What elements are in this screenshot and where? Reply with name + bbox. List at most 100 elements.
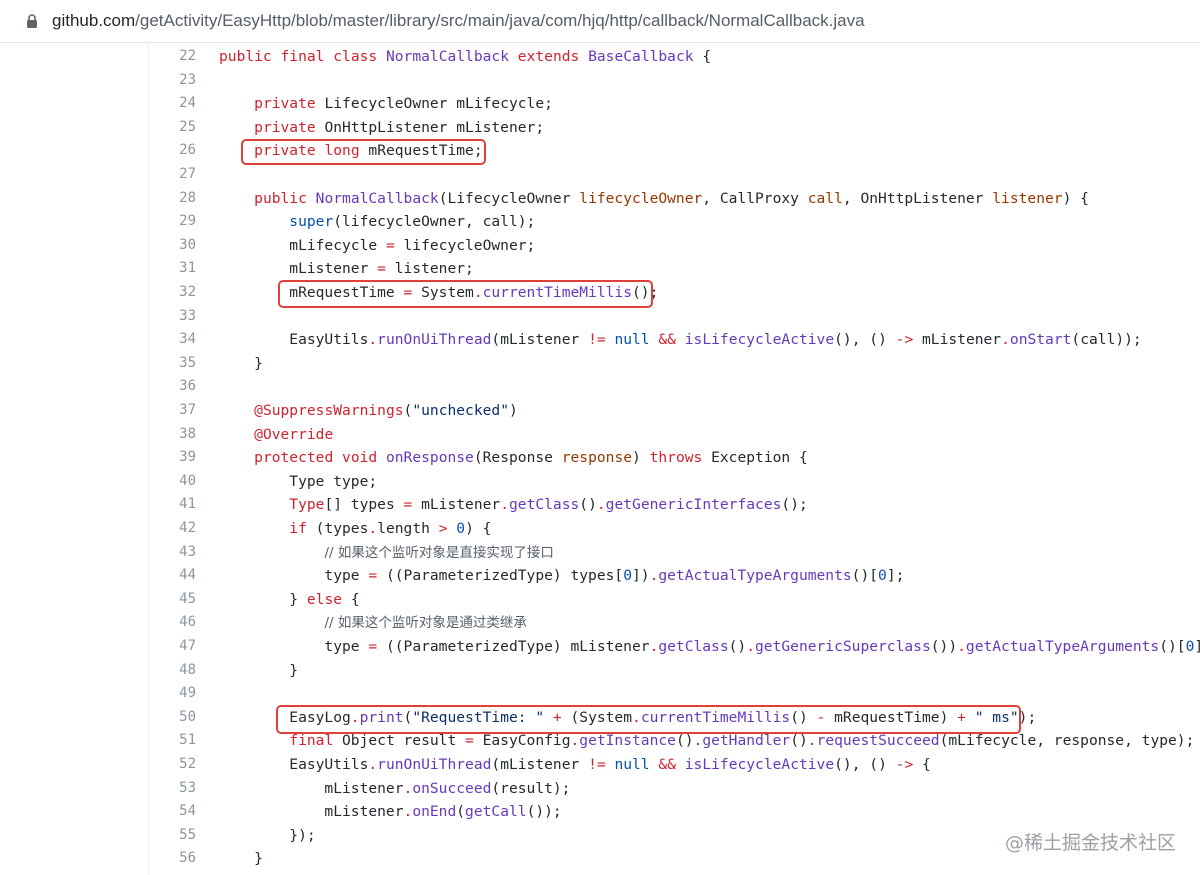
line-number: 45 — [179, 590, 196, 607]
line-number: 28 — [179, 189, 196, 206]
line-code: mLifecycle = lifecycleOwner; — [219, 236, 536, 254]
code-comment: // 如果这个监听对象是直接实现了接口 — [324, 544, 554, 561]
code-line: 30 mLifecycle = lifecycleOwner; — [0, 234, 1200, 258]
line-code: } — [219, 661, 299, 679]
line-number: 48 — [179, 661, 196, 678]
line-number: 56 — [179, 850, 196, 867]
line-code: private OnHttpListener mListener; — [254, 118, 545, 136]
code-line: 37 @SuppressWarnings("unchecked") — [0, 399, 1200, 423]
code-line: 24 private LifecycleOwner mLifecycle; — [0, 92, 1200, 116]
line-number: 36 — [179, 378, 196, 395]
lock-icon — [27, 14, 37, 28]
line-code: final Object result = EasyConfig.getInst… — [289, 732, 1195, 750]
code-line: 44 type = ((ParameterizedType) types[0])… — [0, 564, 1200, 588]
code-line: 29 super(lifecycleOwner, call); — [0, 210, 1200, 234]
line-code: super(lifecycleOwner, call); — [289, 213, 536, 231]
line-number: 30 — [179, 236, 196, 253]
line-code: if (types.length > 0) { — [289, 520, 492, 537]
line-number: 51 — [179, 732, 196, 749]
code-line: 33 — [0, 305, 1200, 329]
line-code: // 如果这个监听对象是通过类继承 — [219, 611, 527, 636]
line-number: 52 — [179, 756, 196, 772]
line-code: mListener = listener; — [219, 260, 474, 278]
line-code: mRequestTime = System.currentTimeMillis(… — [219, 284, 659, 301]
code-line: 49 — [0, 682, 1200, 706]
code-line: 45 } else { — [0, 588, 1200, 612]
line-number: 35 — [179, 354, 196, 371]
line-code: private long mRequestTime; — [254, 142, 483, 160]
code-line: 54 mListener.onEnd(getCall()); — [0, 800, 1200, 824]
line-code: public final class NormalCallback extend… — [219, 48, 712, 65]
line-code: } else { — [219, 590, 360, 608]
code-line: 39 protected void onResponse(Response re… — [0, 446, 1200, 470]
line-code: EasyUtils.runOnUiThread(mListener != nul… — [219, 756, 931, 773]
line-code: private LifecycleOwner mLifecycle; — [254, 95, 553, 113]
line-number: 43 — [179, 543, 196, 560]
code-line: 28 public NormalCallback(LifecycleOwner … — [0, 187, 1200, 211]
watermark: @稀土掘金技术社区 — [1004, 832, 1176, 854]
line-code: Type[] types = mListener.getClass().getG… — [289, 496, 808, 514]
code-line: 46 // 如果这个监听对象是通过类继承 — [0, 611, 1200, 635]
code-line: 27 — [0, 163, 1200, 187]
line-code: EasyLog.print("RequestTime: " + (System.… — [219, 708, 1037, 726]
line-code: type = ((ParameterizedType) mListener.ge… — [219, 638, 1200, 655]
code-line: 43 // 如果这个监听对象是直接实现了接口 — [0, 541, 1200, 565]
line-number: 41 — [179, 496, 196, 513]
line-code: Type type; — [219, 472, 378, 490]
code-line: 31 mListener = listener; — [0, 257, 1200, 281]
line-number: 27 — [179, 166, 196, 182]
line-number: 49 — [179, 685, 196, 702]
line-code: } — [219, 850, 263, 868]
code-line: 53 mListener.onSucceed(result); — [0, 777, 1200, 801]
code-line: 52 EasyUtils.runOnUiThread(mListener != … — [0, 753, 1200, 777]
line-number: 53 — [179, 779, 196, 796]
line-number: 25 — [179, 118, 196, 135]
url-path: /getActivity/EasyHttp/blob/master/librar… — [135, 11, 865, 30]
line-code: } — [219, 354, 263, 372]
line-number: 32 — [179, 284, 196, 300]
line-number: 44 — [179, 567, 196, 584]
url-host: github.com — [52, 11, 136, 30]
line-number: 40 — [179, 472, 196, 489]
code-line: 38 @Override — [0, 423, 1200, 447]
url-text[interactable]: github.com/getActivity/EasyHttp/blob/mas… — [52, 11, 865, 31]
code-line: 47 type = ((ParameterizedType) mListener… — [0, 635, 1200, 659]
code-line: 26 private long mRequestTime; — [0, 139, 1200, 163]
line-code: }); — [219, 826, 316, 844]
line-number: 26 — [179, 142, 196, 159]
line-code: type = ((ParameterizedType) types[0]).ge… — [219, 567, 905, 585]
line-number: 24 — [179, 95, 196, 112]
line-number: 22 — [179, 48, 196, 64]
code-line: 23 — [0, 69, 1200, 93]
code-comment: // 如果这个监听对象是通过类继承 — [324, 615, 527, 632]
line-code: // 如果这个监听对象是直接实现了接口 — [219, 541, 554, 566]
line-number: 37 — [179, 402, 196, 418]
line-number: 39 — [179, 449, 196, 466]
code-line: 36 — [0, 375, 1200, 399]
code-line: 32 mRequestTime = System.currentTimeMill… — [0, 281, 1200, 305]
line-number: 29 — [179, 213, 196, 230]
line-code: EasyUtils.runOnUiThread(mListener != nul… — [219, 331, 1142, 349]
line-number: 46 — [179, 614, 196, 631]
line-number: 23 — [179, 71, 196, 88]
line-code: @SuppressWarnings("unchecked") — [254, 402, 518, 419]
code-line: 22 public final class NormalCallback exte… — [0, 45, 1200, 69]
line-number: 31 — [179, 260, 196, 277]
line-code: @Override — [254, 425, 334, 443]
line-number: 54 — [179, 803, 196, 820]
address-bar[interactable]: github.com/getActivity/EasyHttp/blob/mas… — [0, 0, 1200, 43]
line-number: 42 — [179, 520, 196, 536]
code-line: 41 Type[] types = mListener.getClass().g… — [0, 493, 1200, 517]
line-code: public NormalCallback(LifecycleOwner lif… — [254, 189, 1089, 207]
line-number: 50 — [179, 708, 196, 725]
code-line: 25 private OnHttpListener mListener; — [0, 116, 1200, 140]
line-number: 33 — [179, 307, 196, 324]
line-number: 38 — [179, 425, 196, 442]
line-number: 55 — [179, 826, 196, 843]
line-code: mListener.onSucceed(result); — [219, 779, 571, 797]
code-line: 51 final Object result = EasyConfig.getI… — [0, 729, 1200, 753]
code-line: 34 EasyUtils.runOnUiThread(mListener != … — [0, 328, 1200, 352]
code-line: 35 } — [0, 352, 1200, 376]
line-number: 47 — [179, 638, 196, 654]
line-code: protected void onResponse(Response respo… — [254, 449, 808, 467]
